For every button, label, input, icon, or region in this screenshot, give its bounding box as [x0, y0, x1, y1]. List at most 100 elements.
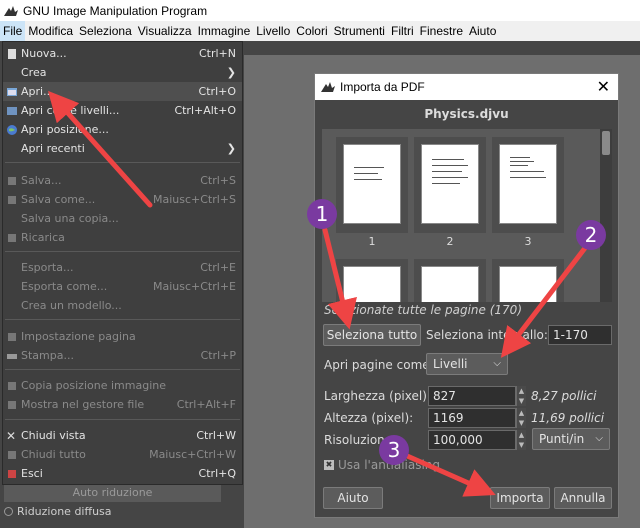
- menu-item-shortcut: Ctrl+S: [200, 174, 236, 187]
- resolution-unit-value: Punti/in: [539, 432, 585, 446]
- save-as-icon: [8, 195, 16, 204]
- menu-item-chiudi-vista[interactable]: ✕ Chiudi vista Ctrl+W: [3, 426, 242, 445]
- menu-item-esci[interactable]: Esci Ctrl+Q: [3, 464, 242, 483]
- menu-item-apri-come-livelli[interactable]: Apri come livelli... Ctrl+Alt+O: [3, 101, 242, 120]
- page-preview: [499, 144, 557, 224]
- menu-item-apri-posizione[interactable]: Apri posizione...: [3, 120, 242, 139]
- menu-item-apri-recenti[interactable]: Apri recenti ❯: [3, 139, 242, 158]
- menu-item-shortcut: Ctrl+E: [200, 261, 236, 274]
- page-thumbnail[interactable]: [414, 259, 486, 302]
- menu-item-salva-copia[interactable]: Salva una copia...: [3, 209, 242, 228]
- page-range-input[interactable]: 1-170: [548, 325, 612, 345]
- menu-aiuto[interactable]: Aiuto: [466, 21, 499, 41]
- menu-separator: [5, 369, 240, 370]
- chevron-right-icon: ❯: [226, 142, 236, 155]
- menu-livello[interactable]: Livello: [253, 21, 293, 41]
- radio-icon: [4, 507, 13, 516]
- select-range-label: Seleziona intervallo:: [426, 328, 548, 342]
- menu-file[interactable]: File: [0, 21, 26, 41]
- close-all-icon: [8, 450, 16, 459]
- page-thumbnail[interactable]: [336, 259, 408, 302]
- menu-item-label: Chiudi vista: [21, 429, 86, 442]
- resolution-unit-select[interactable]: Punti/in ⌵: [532, 428, 610, 450]
- width-inches: 8,27 pollici: [531, 389, 597, 403]
- open-pages-as-select[interactable]: Livelli ⌵: [426, 353, 508, 375]
- height-stepper[interactable]: ▲ ▼: [516, 408, 526, 428]
- close-icon[interactable]: ✕: [597, 77, 610, 97]
- feather-radio[interactable]: Riduzione diffusa: [4, 505, 112, 518]
- menu-item-impostazione-pagina[interactable]: Impostazione pagina: [3, 327, 242, 346]
- menu-item-shortcut: Ctrl+N: [198, 47, 236, 60]
- open-pages-as-value: Livelli: [433, 357, 468, 371]
- menu-item-label: Crea un modello...: [21, 299, 122, 312]
- auto-shrink-button[interactable]: Auto riduzione: [4, 484, 221, 502]
- menu-finestre[interactable]: Finestre: [417, 21, 466, 41]
- height-input[interactable]: 1169: [428, 408, 516, 428]
- menu-filtri[interactable]: Filtri: [388, 21, 417, 41]
- page-thumbnails[interactable]: 1 2 3: [322, 129, 612, 302]
- close-icon: ✕: [6, 428, 17, 443]
- page-thumbnail[interactable]: [492, 137, 564, 233]
- save-icon: [8, 176, 16, 185]
- select-all-button[interactable]: Seleziona tutto: [323, 324, 421, 346]
- menu-item-ricarica[interactable]: Ricarica: [3, 228, 242, 247]
- height-label: Altezza (pixel):: [324, 411, 414, 425]
- resolution-stepper[interactable]: ▲ ▼: [516, 430, 526, 450]
- menu-item-label: Apri posizione...: [21, 123, 109, 136]
- file-manager-icon: [8, 400, 16, 409]
- menu-item-mostra-gestore[interactable]: Mostra nel gestore file Ctrl+Alt+F: [3, 395, 242, 414]
- menu-colori[interactable]: Colori: [293, 21, 330, 41]
- import-button[interactable]: Importa: [490, 487, 550, 509]
- help-button[interactable]: Aiuto: [323, 487, 383, 509]
- window-titlebar: GNU Image Manipulation Program: [0, 0, 640, 21]
- thumbnails-scrollbar[interactable]: [600, 129, 612, 302]
- new-document-icon: [8, 48, 16, 59]
- resolution-label: Risoluzione:: [324, 433, 397, 447]
- menu-item-salva-come[interactable]: Salva come... Maiusc+Ctrl+S: [3, 190, 242, 209]
- copy-location-icon: [8, 381, 16, 390]
- menu-item-stampa[interactable]: Stampa... Ctrl+P: [3, 346, 242, 365]
- quit-icon: [8, 469, 16, 478]
- menu-item-esporta-come[interactable]: Esporta come... Maiusc+Ctrl+E: [3, 277, 242, 296]
- height-inches: 11,69 pollici: [531, 411, 605, 425]
- print-icon: [7, 353, 17, 359]
- menu-item-salva[interactable]: Salva... Ctrl+S: [3, 171, 242, 190]
- menu-item-apri[interactable]: Apri... Ctrl+O: [3, 82, 242, 101]
- antialias-checkbox[interactable]: ✖ Usa l'antialiasing: [324, 458, 440, 472]
- page-thumbnail[interactable]: [492, 259, 564, 302]
- menu-item-copia-posizione[interactable]: Copia posizione immagine: [3, 376, 242, 395]
- menu-visualizza[interactable]: Visualizza: [135, 21, 195, 41]
- menu-item-esporta[interactable]: Esporta... Ctrl+E: [3, 258, 242, 277]
- menu-item-label: Esporta come...: [21, 280, 108, 293]
- menu-item-crea[interactable]: Crea ❯: [3, 63, 242, 82]
- page-number: 2: [446, 235, 454, 248]
- page-preview: [421, 144, 479, 224]
- open-pages-as-label: Apri pagine come: [324, 358, 430, 372]
- menu-item-shortcut: Ctrl+Alt+F: [176, 398, 236, 411]
- page-number: 1: [368, 235, 376, 248]
- open-icon: [7, 87, 17, 96]
- scrollbar-thumb[interactable]: [602, 131, 610, 155]
- page-number: 3: [524, 235, 532, 248]
- menu-modifica[interactable]: Modifica: [25, 21, 76, 41]
- page-thumbnail[interactable]: [414, 137, 486, 233]
- menu-item-crea-modello[interactable]: Crea un modello...: [3, 296, 242, 315]
- menu-immagine[interactable]: Immagine: [195, 21, 254, 41]
- width-input[interactable]: 827: [428, 386, 516, 406]
- menu-seleziona[interactable]: Seleziona: [76, 21, 135, 41]
- menu-strumenti[interactable]: Strumenti: [331, 21, 388, 41]
- cancel-button[interactable]: Annulla: [554, 487, 612, 509]
- width-stepper[interactable]: ▲ ▼: [516, 386, 526, 406]
- menu-item-chiudi-tutto[interactable]: Chiudi tutto Maiusc+Ctrl+W: [3, 445, 242, 464]
- menu-item-shortcut: Maiusc+Ctrl+E: [153, 280, 236, 293]
- menu-item-label: Salva come...: [21, 193, 96, 206]
- resolution-input[interactable]: 100,000: [428, 430, 516, 450]
- page-thumbnail[interactable]: [336, 137, 408, 233]
- menu-item-shortcut: Ctrl+W: [196, 429, 236, 442]
- dialog-filename: Physics.djvu: [424, 107, 509, 121]
- menu-item-nuova[interactable]: Nuova... Ctrl+N: [3, 44, 242, 63]
- page-preview: [343, 144, 401, 224]
- menu-item-label: Impostazione pagina: [21, 330, 136, 343]
- gimp-logo-icon: [4, 5, 18, 16]
- globe-icon: [7, 124, 17, 135]
